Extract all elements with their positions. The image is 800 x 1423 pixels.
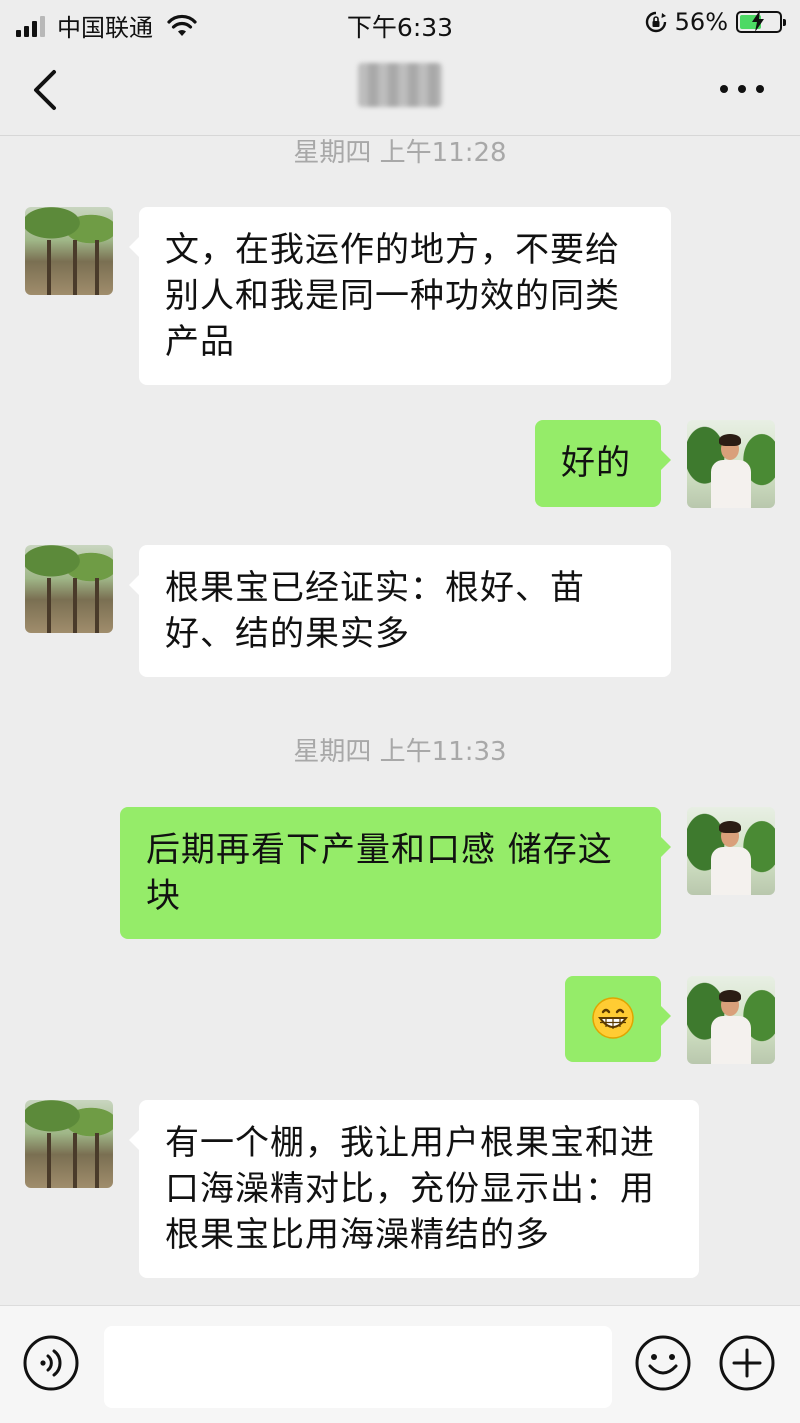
message-bubble-incoming[interactable]: 根果宝已经证实：根好、苗好、结的果实多	[129, 545, 671, 677]
message-bubble-outgoing-emoji[interactable]	[565, 976, 671, 1062]
my-avatar[interactable]	[687, 976, 775, 1064]
message-bubble-outgoing[interactable]: 好的	[535, 420, 671, 507]
message-bubble-incoming[interactable]: 文，在我运作的地方，不要给别人和我是同一种功效的同类产品	[129, 207, 671, 385]
nav-bar	[0, 48, 800, 136]
grinning-face-icon	[592, 997, 634, 1039]
chat-title-blurred	[358, 63, 442, 107]
status-right: 56%	[645, 8, 786, 36]
input-bar	[0, 1305, 800, 1423]
more-dots-icon	[720, 85, 728, 93]
my-avatar[interactable]	[687, 807, 775, 895]
contact-avatar[interactable]	[25, 207, 113, 295]
voice-icon[interactable]	[22, 1334, 80, 1392]
message-bubble-incoming[interactable]: 有一个棚，我让用户根果宝和进口海澡精对比，充份显示出：用根果宝比用海澡精结的多	[129, 1100, 699, 1278]
charging-bolt-icon	[752, 10, 764, 32]
message-input[interactable]	[104, 1326, 612, 1408]
battery-charging-icon	[736, 10, 786, 33]
emoji-icon[interactable]	[634, 1334, 692, 1392]
contact-avatar[interactable]	[25, 1100, 113, 1188]
message-bubble-outgoing[interactable]: 后期再看下产量和口感 储存这块	[120, 807, 671, 939]
battery-percent: 56%	[674, 8, 728, 36]
contact-avatar[interactable]	[25, 545, 113, 633]
plus-icon[interactable]	[718, 1334, 776, 1392]
timestamp: 星期四 上午11:28	[293, 138, 507, 168]
back-button[interactable]	[26, 68, 66, 112]
orientation-lock-icon	[645, 11, 666, 33]
more-options-button[interactable]	[720, 82, 764, 96]
status-bar: 中国联通 下午6:33 56%	[0, 0, 800, 48]
timestamp: 星期四 上午11:33	[293, 737, 507, 767]
my-avatar[interactable]	[687, 420, 775, 508]
